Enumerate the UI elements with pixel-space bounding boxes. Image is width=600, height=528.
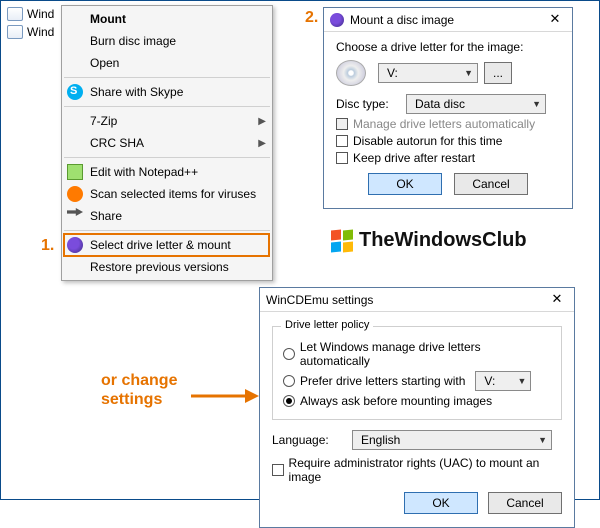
iso-file-icon <box>7 7 23 21</box>
annotation-2: 2. <box>305 9 318 27</box>
close-icon[interactable]: ✕ <box>544 291 570 309</box>
cancel-button[interactable]: Cancel <box>488 492 562 514</box>
checkbox-disable-autorun[interactable] <box>336 135 348 147</box>
opt-auto-label: Let Windows manage drive letters automat… <box>300 340 551 368</box>
chevron-right-icon: ▶ <box>258 138 266 149</box>
settings-title: WinCDEmu settings <box>266 293 544 307</box>
group-legend: Drive letter policy <box>281 319 373 331</box>
windows-flag-icon <box>331 230 353 252</box>
mount-title: Mount a disc image <box>350 13 542 27</box>
arrow-icon <box>191 386 261 406</box>
ok-button[interactable]: OK <box>404 492 478 514</box>
choose-label: Choose a drive letter for the image: <box>336 40 560 54</box>
ctx-restore-prev[interactable]: Restore previous versions <box>62 256 272 278</box>
ctx-scan[interactable]: Scan selected items for viruses <box>62 183 272 205</box>
file-name: Wind <box>27 7 54 21</box>
annotation-1: 1. <box>41 237 54 255</box>
ctx-open[interactable]: Open <box>62 52 272 74</box>
radio-prefer[interactable] <box>283 375 295 387</box>
ok-button[interactable]: OK <box>368 173 442 195</box>
separator <box>64 230 270 231</box>
chevron-down-icon: ▼ <box>538 435 547 445</box>
separator <box>64 106 270 107</box>
ctx-share[interactable]: Share <box>62 205 272 227</box>
context-menu: Mount Burn disc image Open Share with Sk… <box>61 5 273 281</box>
language-select[interactable]: English▼ <box>352 430 552 450</box>
file-row-1[interactable]: Wind <box>7 7 54 21</box>
notepadpp-icon <box>67 164 83 180</box>
ctx-notepadpp[interactable]: Edit with Notepad++ <box>62 161 272 183</box>
opt-prefer-label: Prefer drive letters starting with <box>300 374 465 388</box>
ctx-crc[interactable]: CRC SHA▶ <box>62 132 272 154</box>
mount-titlebar: Mount a disc image ✕ <box>324 8 572 32</box>
chevron-down-icon: ▼ <box>517 376 526 386</box>
opt-ask-label: Always ask before mounting images <box>300 394 492 408</box>
ctx-burn[interactable]: Burn disc image <box>62 30 272 52</box>
ctx-skype[interactable]: Share with Skype <box>62 81 272 103</box>
annotation-change-settings: or change settings <box>101 371 177 409</box>
antivirus-icon <box>67 186 83 202</box>
opt-keep-label: Keep drive after restart <box>353 151 475 165</box>
separator <box>64 157 270 158</box>
iso-file-icon <box>7 25 23 39</box>
disc-icon <box>330 13 344 27</box>
separator <box>64 77 270 78</box>
language-label: Language: <box>272 433 352 447</box>
chevron-down-icon: ▼ <box>464 68 473 78</box>
mount-dialog: Mount a disc image ✕ Choose a drive lett… <box>323 7 573 209</box>
opt-disable-label: Disable autorun for this time <box>353 134 502 148</box>
checkbox-uac[interactable] <box>272 464 284 476</box>
skype-icon <box>67 84 83 100</box>
drive-letter-select[interactable]: V:▼ <box>378 63 478 83</box>
chevron-down-icon: ▼ <box>532 99 541 109</box>
radio-ask[interactable] <box>283 395 295 407</box>
opt-uac-label: Require administrator rights (UAC) to mo… <box>289 456 562 484</box>
ctx-7zip[interactable]: 7-Zip▶ <box>62 110 272 132</box>
opt-manage-label: Manage drive letters automatically <box>353 117 535 131</box>
ctx-mount[interactable]: Mount <box>62 8 272 30</box>
more-button[interactable]: ... <box>484 62 512 84</box>
file-name: Wind <box>27 25 54 39</box>
close-icon[interactable]: ✕ <box>542 11 568 29</box>
disc-image-icon <box>336 60 366 86</box>
checkbox-keep-drive[interactable] <box>336 152 348 164</box>
logo-text: TheWindowsClub <box>359 229 527 252</box>
drive-letter-policy-group: Drive letter policy Let Windows manage d… <box>272 326 562 420</box>
ctx-select-drive-mount[interactable]: Select drive letter & mount <box>62 234 272 256</box>
checkbox-manage[interactable] <box>336 118 348 130</box>
radio-auto[interactable] <box>283 348 295 360</box>
settings-titlebar: WinCDEmu settings ✕ <box>260 288 574 312</box>
file-row-2[interactable]: Wind <box>7 25 54 39</box>
cancel-button[interactable]: Cancel <box>454 173 528 195</box>
chevron-right-icon: ▶ <box>258 116 266 127</box>
thewindowsclub-logo: TheWindowsClub <box>331 229 527 252</box>
disc-type-select[interactable]: Data disc▼ <box>406 94 546 114</box>
share-icon <box>67 208 83 224</box>
disc-icon <box>67 237 83 253</box>
settings-dialog: WinCDEmu settings ✕ Drive letter policy … <box>259 287 575 528</box>
disc-type-label: Disc type: <box>336 97 406 111</box>
prefer-letter-select[interactable]: V:▼ <box>475 371 531 391</box>
